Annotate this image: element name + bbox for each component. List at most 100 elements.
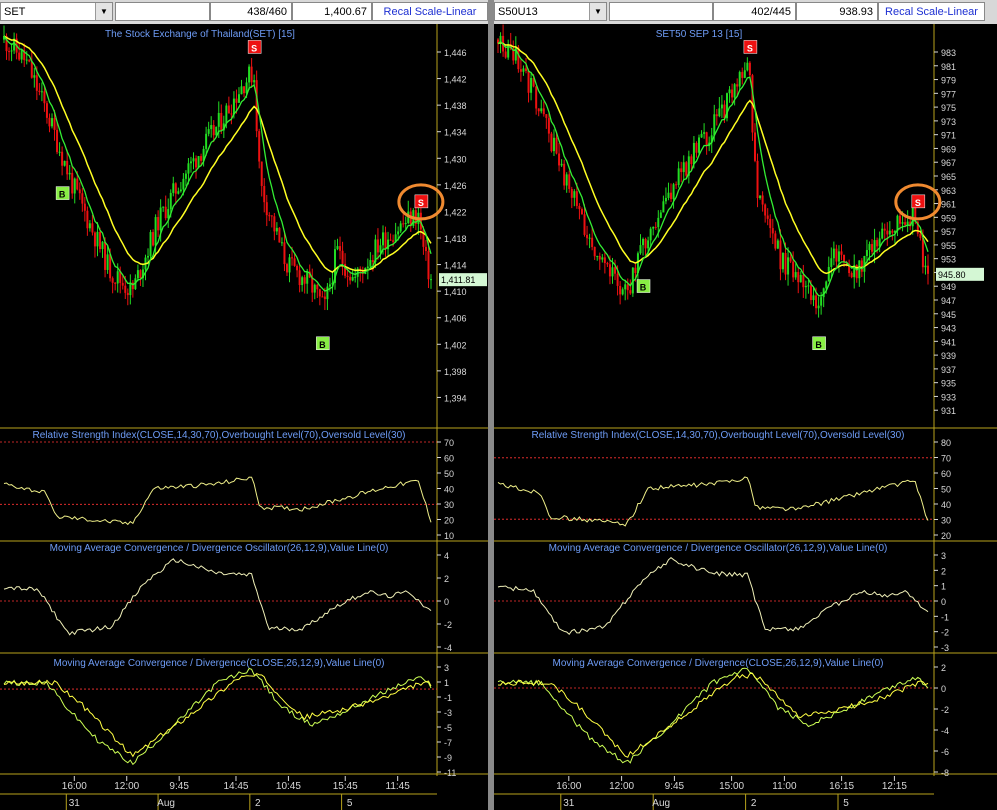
moving-average-slow [497, 41, 929, 275]
candle-body [126, 292, 129, 296]
rsi-tick-label: 60 [444, 454, 454, 464]
candle-body [741, 72, 744, 78]
price-chart-title: SET50 SEP 13 [15] [656, 29, 743, 40]
time-label: 16:00 [62, 781, 87, 792]
toolbar: S50U13 ▼ 402/445 938.93 Recal Scale-Line… [494, 0, 997, 24]
price-tick-label: 1,394 [444, 393, 467, 403]
candle-body [731, 89, 734, 98]
chart-area[interactable]: The Stock Exchange of Thailand(SET) [15]… [0, 24, 488, 810]
candle-body [45, 103, 48, 118]
candle-body [626, 284, 629, 291]
candle-body [306, 271, 309, 284]
candle-body [157, 217, 160, 231]
oscillator-line [497, 556, 929, 636]
current-price-label: 1,411.81 [441, 275, 475, 285]
macd-title: Moving Average Convergence / Divergence(… [553, 658, 884, 669]
recal-scale-button[interactable]: Recal Scale-Linear [878, 2, 985, 21]
candle-body [672, 184, 675, 200]
candle-body [736, 84, 739, 87]
chevron-down-icon[interactable]: ▼ [589, 3, 606, 20]
price-tick-label: 1,406 [444, 314, 467, 324]
candle-body [8, 51, 11, 53]
candle-body [30, 61, 33, 78]
oscillator-title: Moving Average Convergence / Divergence … [549, 543, 888, 554]
oscillator-tick-label: -3 [941, 643, 949, 653]
candle-body [321, 296, 324, 298]
chart-area[interactable]: SET50 SEP 13 [15] Relative Strength Index… [494, 24, 997, 810]
candle-body [248, 66, 251, 83]
candle-body [200, 156, 203, 161]
candle-body [784, 253, 787, 275]
date-label: 2 [255, 798, 261, 809]
candle-body [336, 246, 339, 250]
candle-body [591, 237, 594, 247]
symbol-select[interactable]: SET ▼ [0, 2, 113, 21]
candle-body [738, 72, 741, 87]
candle-body [606, 263, 609, 265]
candle-body [275, 227, 278, 232]
oscillator-tick-label: -4 [444, 643, 452, 653]
candle-body [804, 285, 807, 288]
price-chart-title: The Stock Exchange of Thailand(SET) [15] [105, 29, 295, 40]
candle-body [919, 233, 922, 239]
candle-body [71, 172, 74, 194]
candle-body [354, 276, 357, 278]
symbol-value: S50U13 [498, 6, 538, 18]
current-price-label: 945.80 [938, 270, 966, 280]
rsi-tick-label: 40 [444, 485, 454, 495]
macd-tick-label: -4 [941, 726, 949, 736]
candle-body [268, 215, 271, 217]
candle-body [99, 231, 102, 250]
rsi-tick-label: 70 [444, 438, 454, 448]
candle-body [187, 163, 190, 174]
candle-body [349, 276, 352, 281]
candle-body [220, 112, 223, 131]
candle-body [794, 272, 797, 278]
rsi-tick-label: 40 [941, 500, 951, 510]
buy-signal-label: B [319, 340, 326, 350]
candle-body [652, 226, 655, 229]
candle-body [177, 191, 180, 194]
price-tick-label: 969 [941, 144, 956, 154]
candle-body [692, 142, 695, 165]
candle-body [649, 228, 652, 241]
candle-body [86, 210, 89, 229]
candle-body [690, 156, 693, 165]
macd-tick-label: -5 [444, 723, 452, 733]
oscillator-tick-label: 4 [444, 551, 449, 561]
recal-scale-button[interactable]: Recal Scale-Linear [372, 2, 488, 21]
candle-body [832, 248, 835, 259]
candle-body [703, 132, 706, 134]
candle-body [210, 125, 213, 130]
price-tick-label: 977 [941, 89, 956, 99]
price-tick-label: 1,418 [444, 234, 467, 244]
candle-body [596, 255, 599, 257]
candle-body [601, 257, 604, 260]
candle-body [182, 178, 185, 190]
candle-body [88, 223, 91, 229]
symbol-select[interactable]: S50U13 ▼ [494, 2, 607, 21]
candle-body [255, 80, 258, 132]
candle-body [313, 284, 316, 293]
candle-body [404, 223, 407, 225]
candle-body [809, 285, 812, 301]
price-tick-label: 963 [941, 186, 956, 196]
last-value: 1,400.67 [292, 2, 372, 21]
candle-body [311, 277, 314, 293]
candle-body [427, 251, 430, 280]
candle-body [111, 278, 114, 283]
rsi-tick-label: 70 [941, 454, 951, 464]
chevron-down-icon[interactable]: ▼ [95, 3, 112, 20]
candle-body [253, 80, 256, 83]
candle-body [285, 264, 288, 273]
candle-body [270, 215, 273, 217]
price-tick-label: 1,430 [444, 154, 467, 164]
candle-body [781, 253, 784, 270]
rsi-tick-label: 80 [941, 438, 951, 448]
candle-body [66, 160, 69, 175]
candle-body [240, 86, 243, 95]
candle-body [761, 195, 764, 205]
candle-body [81, 193, 84, 204]
rsi-tick-label: 10 [444, 531, 454, 541]
candle-body [535, 86, 538, 109]
